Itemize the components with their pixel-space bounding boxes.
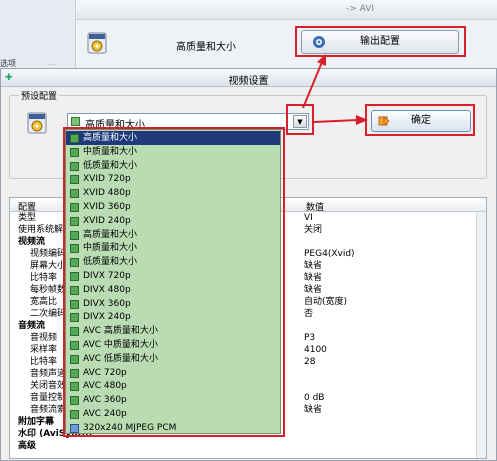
- grid-row-value: 否: [304, 309, 314, 319]
- grid-row-key: 关闭音效: [30, 381, 67, 391]
- main-preset-label: 高质量和大小: [176, 42, 236, 53]
- grid-row-value: 0 dB: [304, 393, 325, 403]
- preset-green-icon: [71, 117, 80, 126]
- grid-row-key: 比特率: [30, 273, 58, 283]
- grid-row-key: 类型: [18, 213, 37, 223]
- avi-file-icon: [87, 32, 107, 54]
- preset-group-label: 预设配置: [19, 89, 60, 102]
- grid-row-value: P3: [304, 333, 316, 343]
- grid-row[interactable]: 高级: [10, 441, 486, 452]
- grid-row-value: 自动(宽度): [304, 297, 348, 307]
- grid-row-key: 视频流: [18, 237, 46, 247]
- grid-row-value: 缺省: [304, 285, 323, 295]
- grid-row-key: 附加字幕: [18, 417, 55, 427]
- grid-row-value: PEG4(Xvid): [304, 249, 355, 259]
- main-window-title: -> AVI: [346, 4, 375, 14]
- red-arrow-to-ok: [314, 115, 368, 125]
- grid-row-key: 二次编码: [30, 309, 67, 319]
- grid-row-key: 屏幕大小: [30, 261, 67, 271]
- grid-row-value: 28: [304, 357, 316, 367]
- grid-row-key: 宽高比: [30, 297, 58, 307]
- grid-header-value: 数值: [306, 203, 325, 213]
- grid-row-value: 缺省: [304, 405, 323, 415]
- main-window-titlebar: -> AVI: [76, 0, 497, 20]
- red-arrow-to-output: [302, 54, 326, 109]
- grid-row-key: 高级: [18, 441, 37, 451]
- dialog-title: 视频设置: [228, 76, 269, 87]
- highlight-box-list: [63, 127, 285, 437]
- grid-row-key: 比特率: [30, 357, 58, 367]
- grid-row-value: VI: [304, 213, 313, 223]
- grid-row-key: 音量控制: [30, 393, 67, 403]
- grid-row-key: 音视频: [30, 333, 58, 343]
- highlight-box-ok: [365, 104, 475, 136]
- grid-row-value: 4100: [304, 345, 327, 355]
- grid-row-key: 音频流: [18, 321, 46, 331]
- grid-row-key: 采样率: [30, 345, 58, 355]
- grid-row-value: 缺省: [304, 273, 323, 283]
- grid-row-key: 音频声道: [30, 369, 67, 379]
- grid-row-value: 缺省: [304, 261, 323, 271]
- grid-row-key: 视频编码: [30, 249, 67, 259]
- dialog-titlebar[interactable]: ✚ 视频设置: [1, 69, 496, 87]
- grid-scrollbar[interactable]: [476, 212, 486, 458]
- grid-row-key: 每秒帧数: [30, 285, 67, 295]
- grid-header-key: 配置: [18, 203, 37, 213]
- grid-row-value: 关闭: [304, 225, 323, 235]
- avi-file-icon: [27, 112, 47, 134]
